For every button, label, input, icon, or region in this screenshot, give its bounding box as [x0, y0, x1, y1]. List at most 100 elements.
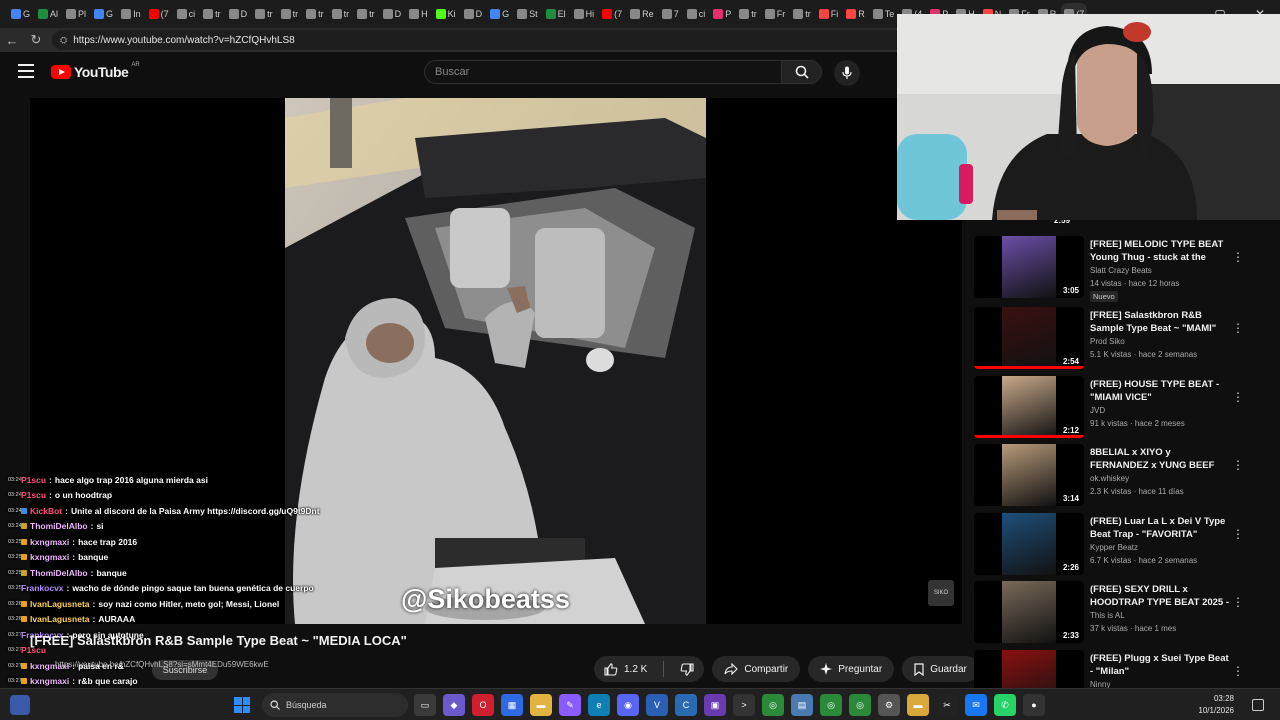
recommendation-item[interactable]: 2:54 [FREE] Salastkbron R&B Sample Type B…	[974, 307, 1250, 369]
browser-tab[interactable]: Fi	[816, 3, 842, 25]
browser-tab[interactable]: ci	[174, 3, 199, 25]
start-button[interactable]	[234, 697, 250, 713]
vs-icon[interactable]: V	[646, 694, 668, 716]
browser-tab[interactable]: St	[514, 3, 541, 25]
more-vertical-icon[interactable]: ⋮	[1232, 664, 1244, 678]
notepad-icon[interactable]: ▤	[791, 694, 813, 716]
browser-tab[interactable]: D	[461, 3, 486, 25]
ask-button[interactable]: Preguntar	[808, 656, 895, 682]
edge-icon[interactable]: e	[588, 694, 610, 716]
whatsapp-icon[interactable]: ✆	[994, 694, 1016, 716]
more-vertical-icon[interactable]: ⋮	[1232, 527, 1244, 541]
menu-icon[interactable]	[18, 64, 34, 78]
browser-tab[interactable]: El	[543, 3, 569, 25]
browser-tab[interactable]: (7	[146, 3, 172, 25]
recommendation-item[interactable]: 2:12 (FREE) HOUSE TYPE BEAT - "MIAMI VICE…	[974, 376, 1250, 438]
browser-tab[interactable]: tr	[354, 3, 378, 25]
recommendation-thumbnail[interactable]: 2:33	[974, 581, 1084, 643]
chrome3-icon[interactable]: ◎	[849, 694, 871, 716]
weather-widget-icon[interactable]	[10, 695, 30, 715]
recommendation-thumbnail[interactable]: 2:12	[974, 376, 1084, 438]
save-button[interactable]: Guardar	[902, 656, 979, 682]
voice-search-button[interactable]	[834, 60, 860, 86]
recommendation-thumbnail[interactable]: 2:26	[974, 513, 1084, 575]
browser-tab[interactable]: Pl	[63, 3, 89, 25]
messenger-icon[interactable]: ✉	[965, 694, 987, 716]
more-vertical-icon[interactable]: ⋮	[1232, 390, 1244, 404]
browser-tab[interactable]: tr	[790, 3, 814, 25]
store-icon[interactable]: ▦	[501, 694, 523, 716]
browser-tab[interactable]: tr	[252, 3, 276, 25]
browser-tab[interactable]: In	[118, 3, 144, 25]
browser-tab[interactable]: tr	[303, 3, 327, 25]
browser-tab[interactable]: Re	[627, 3, 657, 25]
more-vertical-icon[interactable]: ⋮	[1232, 250, 1244, 264]
share-button[interactable]: Compartir	[712, 656, 801, 682]
recommendation-channel[interactable]: JVD	[1090, 406, 1105, 415]
recommendation-channel[interactable]: Slatt Crazy Beats	[1090, 266, 1152, 275]
chrome-icon[interactable]: ◎	[762, 694, 784, 716]
recommendation-item[interactable]: 2:33 (FREE) SEXY DRILL x HOODTRAP TYPE BE…	[974, 581, 1250, 643]
url-field[interactable]: ⛭ https://www.youtube.com/watch?v=hZCfQH…	[52, 30, 912, 50]
feather-icon[interactable]: ✎	[559, 694, 581, 716]
notification-icon[interactable]	[1252, 699, 1264, 711]
search-input[interactable]	[435, 66, 781, 78]
browser-tab[interactable]: P	[710, 3, 734, 25]
site-info-icon[interactable]: ⛭	[60, 35, 67, 46]
recommendation-title[interactable]: 8BELIAL x XIYO y FERNANDEZ x YUNG BEEF T…	[1090, 446, 1230, 473]
browser-tab[interactable]: Ki	[433, 3, 459, 25]
browser-tab[interactable]: Al	[35, 3, 61, 25]
recommendation-channel[interactable]: This is AL	[1090, 611, 1125, 620]
browser-tab[interactable]: 7	[659, 3, 682, 25]
recommendation-thumbnail[interactable]: 3:05	[974, 236, 1084, 298]
browser-tab[interactable]: Fr	[762, 3, 789, 25]
subscribe-button[interactable]: Suscribirse	[152, 660, 218, 680]
channel-watermark[interactable]: SIKO	[928, 580, 954, 606]
recommendation-item[interactable]: 3:14 8BELIAL x XIYO y FERNANDEZ x YUNG BE…	[974, 444, 1250, 506]
opera-icon[interactable]: O	[472, 694, 494, 716]
discord-icon[interactable]: ◉	[617, 694, 639, 716]
browser-tab[interactable]: D	[226, 3, 251, 25]
task-view-icon[interactable]: ▭	[414, 694, 436, 716]
recommendation-title[interactable]: (FREE) Plugg x Suei Type Beat - "Milan"	[1090, 652, 1230, 678]
more-vertical-icon[interactable]: ⋮	[1232, 595, 1244, 609]
obs-icon[interactable]: ●	[1023, 694, 1045, 716]
settings-icon[interactable]: ⚙	[878, 694, 900, 716]
folder-icon[interactable]: ▬	[907, 694, 929, 716]
reload-icon[interactable]: ↻	[24, 28, 48, 52]
browser-tab[interactable]: Te	[870, 3, 898, 25]
browser-tab[interactable]: tr	[200, 3, 224, 25]
recommendation-channel[interactable]: ok.whiskey	[1090, 474, 1129, 483]
recommendation-title[interactable]: [FREE] Salastkbron R&B Sample Type Beat …	[1090, 309, 1230, 335]
browser-tab[interactable]: G	[8, 3, 33, 25]
browser-tab[interactable]: ci	[684, 3, 709, 25]
recommendation-item[interactable]: 2:26 (FREE) Luar La L x Dei V Type Beat T…	[974, 513, 1250, 575]
capcut-icon[interactable]: ✂	[936, 694, 958, 716]
browser-tab[interactable]: tr	[278, 3, 302, 25]
terminal-icon[interactable]: >	[733, 694, 755, 716]
recommendation-thumbnail[interactable]: 2:54	[974, 307, 1084, 369]
dislike-button[interactable]	[670, 656, 704, 682]
recommendation-title[interactable]: [FREE] MELODIC TYPE BEAT Young Thug - st…	[1090, 238, 1230, 265]
recommendation-channel[interactable]: Prod Siko	[1090, 337, 1125, 346]
more-vertical-icon[interactable]: ⋮	[1232, 321, 1244, 335]
search-button[interactable]	[781, 60, 822, 84]
browser-tab[interactable]: G	[91, 3, 116, 25]
browser-tab[interactable]: tr	[736, 3, 760, 25]
browser-tab[interactable]: G	[487, 3, 512, 25]
youtube-logo[interactable]: YouTube AR	[51, 62, 140, 80]
recommendation-channel[interactable]: Kypper Beatz	[1090, 543, 1138, 552]
browser-tab[interactable]: tr	[329, 3, 353, 25]
browser-tab[interactable]: H	[406, 3, 431, 25]
browser-tab[interactable]: Hi	[571, 3, 598, 25]
ccleaner-icon[interactable]: C	[675, 694, 697, 716]
taskbar-search[interactable]: Búsqueda	[262, 693, 408, 717]
more-vertical-icon[interactable]: ⋮	[1232, 458, 1244, 472]
browser-tab[interactable]: D	[380, 3, 405, 25]
copilot-icon[interactable]: ◆	[443, 694, 465, 716]
browser-tab[interactable]: R	[843, 3, 868, 25]
recommendation-title[interactable]: (FREE) SEXY DRILL x HOODTRAP TYPE BEAT 2…	[1090, 583, 1230, 610]
recommendation-thumbnail[interactable]: 3:14	[974, 444, 1084, 506]
browser-tab[interactable]: (7	[599, 3, 625, 25]
recommendation-item[interactable]: 3:05 [FREE] MELODIC TYPE BEAT Young Thug …	[974, 236, 1250, 302]
